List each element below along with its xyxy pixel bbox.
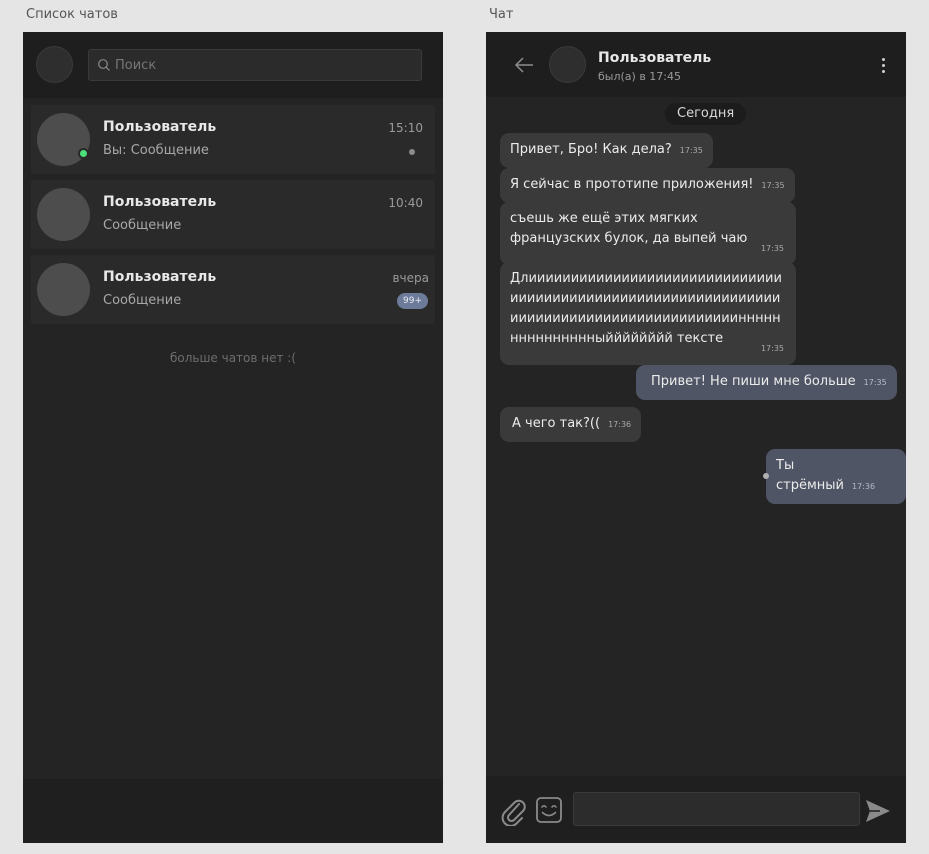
message-input[interactable] xyxy=(573,792,860,826)
no-more-chats-text: больше чатов нет :( xyxy=(169,351,297,365)
more-vertical-icon[interactable] xyxy=(876,54,890,76)
peer-name: Пользователь xyxy=(598,50,712,66)
message-time: 17:35 xyxy=(761,181,785,190)
message-time: 17:35 xyxy=(679,146,703,155)
peer-avatar[interactable] xyxy=(549,46,586,83)
sending-status-dot xyxy=(763,473,769,479)
frame-label-chat: Чат xyxy=(489,7,514,22)
send-button[interactable] xyxy=(864,798,892,824)
search-icon xyxy=(93,54,115,76)
chat-last-message: Сообщение xyxy=(103,218,182,233)
chat-list-footer xyxy=(23,779,443,843)
message-text: А чего так?(( xyxy=(512,416,601,431)
chat-list-item[interactable]: Пользователь Сообщение вчера 99+ xyxy=(31,255,435,324)
online-indicator xyxy=(78,148,89,159)
message-text: съешь же ещё этих мягких французских бул… xyxy=(510,211,748,246)
send-icon xyxy=(866,800,890,822)
back-button[interactable] xyxy=(512,54,536,76)
search-input[interactable] xyxy=(115,57,405,73)
message-incoming[interactable]: Я сейчас в прототипе приложения! 17:35 xyxy=(500,168,795,203)
message-incoming[interactable]: Длииииииииииииииииииииииииииииииииииииии… xyxy=(500,262,796,365)
chat-name: Пользователь xyxy=(103,119,217,135)
emoji-button[interactable] xyxy=(535,796,563,824)
chat-time: вчера xyxy=(392,271,429,285)
chat-avatar xyxy=(37,263,90,316)
chat-name: Пользователь xyxy=(103,194,217,210)
chat-screen: Пользователь был(а) в 17:45 Сегодня Прив… xyxy=(486,32,906,843)
message-incoming[interactable]: съешь же ещё этих мягких французских бул… xyxy=(500,202,796,265)
chat-list-item[interactable]: Пользователь Сообщение 10:40 xyxy=(31,180,435,249)
chat-list-screen: Пользователь Вы: Сообщение 15:10 Пользов… xyxy=(23,32,443,843)
chat-header: Пользователь был(а) в 17:45 xyxy=(486,32,906,97)
chat-name: Пользователь xyxy=(103,269,217,285)
message-text: Привет! Не пиши мне больше xyxy=(651,374,856,389)
attach-button[interactable] xyxy=(500,796,528,827)
frame-label-chat-list: Список чатов xyxy=(26,7,118,22)
chat-last-message: Вы: Сообщение xyxy=(103,143,209,158)
message-time: 17:36 xyxy=(608,420,632,429)
message-incoming[interactable]: А чего так?(( 17:36 xyxy=(500,407,642,442)
chat-time: 10:40 xyxy=(388,196,423,210)
arrow-left-icon xyxy=(514,57,533,73)
message-text: Ты стрёмный xyxy=(776,458,844,493)
chat-avatar xyxy=(37,188,90,241)
chat-list-header xyxy=(23,32,443,98)
unread-badge: 99+ xyxy=(397,293,428,309)
my-avatar[interactable] xyxy=(36,46,73,83)
chat-time: 15:10 xyxy=(388,121,423,135)
message-time: 17:35 xyxy=(863,378,887,387)
message-text: Я сейчас в прототипе приложения! xyxy=(510,177,754,192)
read-status-dot xyxy=(409,149,415,155)
paperclip-icon xyxy=(501,799,526,827)
emoji-icon xyxy=(536,797,562,823)
message-outgoing[interactable]: Ты стрёмный 17:36 xyxy=(766,449,906,504)
chat-input-bar xyxy=(486,776,906,843)
message-outgoing[interactable]: Привет! Не пиши мне больше 17:35 xyxy=(636,365,897,400)
search-box[interactable] xyxy=(88,49,422,81)
message-time: 17:35 xyxy=(760,244,784,253)
message-text: Привет, Бро! Как дела? xyxy=(510,142,672,157)
message-time: 17:35 xyxy=(760,344,784,353)
date-separator: Сегодня xyxy=(665,103,747,125)
message-incoming[interactable]: Привет, Бро! Как дела? 17:35 xyxy=(500,133,713,168)
message-text: Длииииииииииииииииииииииииииииииииииииии… xyxy=(510,271,782,346)
peer-last-seen: был(а) в 17:45 xyxy=(598,70,681,83)
chat-last-message: Сообщение xyxy=(103,293,182,308)
message-time: 17:36 xyxy=(852,482,876,491)
chat-list-item[interactable]: Пользователь Вы: Сообщение 15:10 xyxy=(31,105,435,174)
